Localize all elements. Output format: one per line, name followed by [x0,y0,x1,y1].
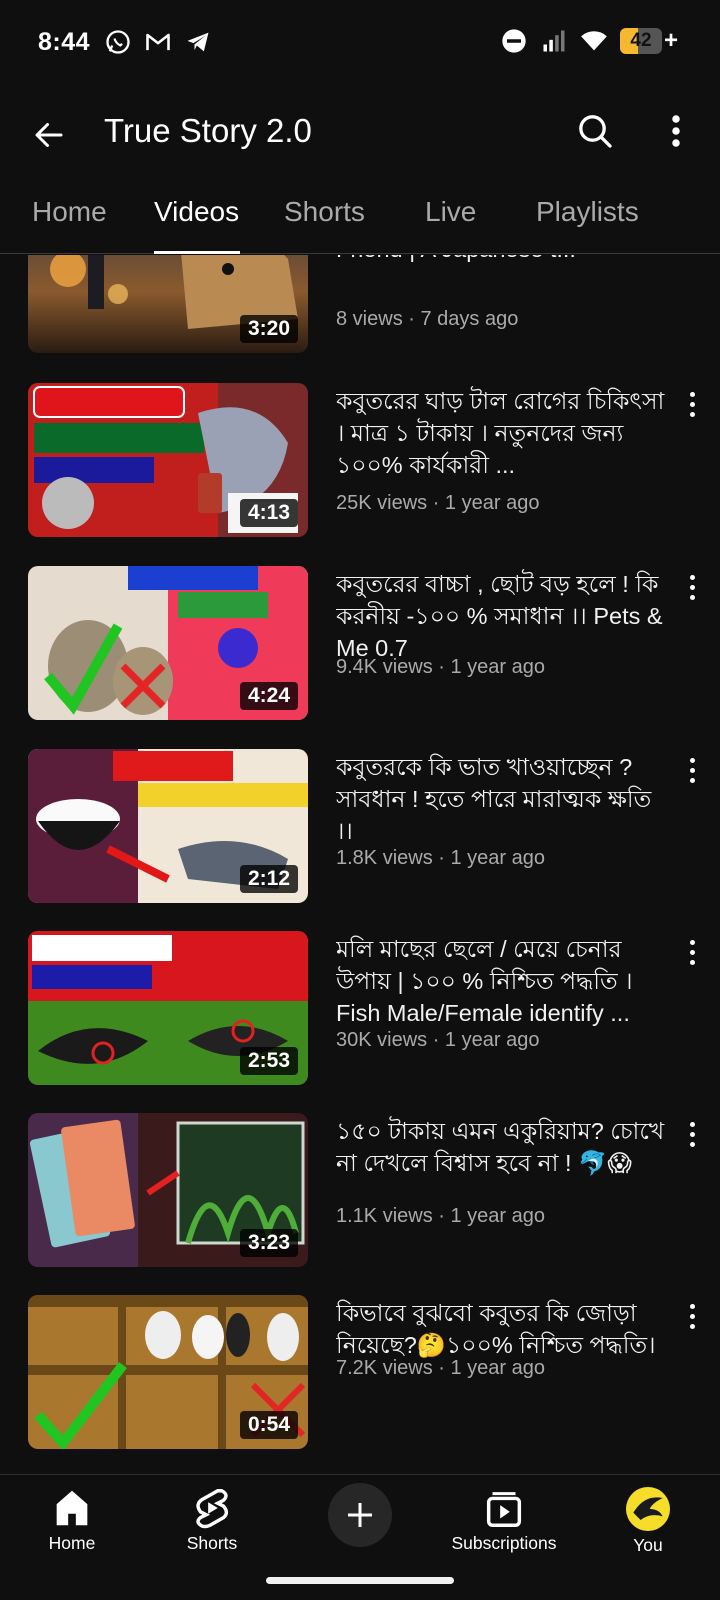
video-meta: 25K views · 1 year ago [336,492,540,514]
video-more-button[interactable] [680,389,704,419]
video-more-button[interactable] [680,572,704,602]
video-thumbnail[interactable]: 2:53 [28,931,308,1085]
video-thumbnail[interactable]: 4:13 [28,383,308,537]
tab-videos[interactable]: Videos [154,196,239,228]
nav-home[interactable]: Home [2,1485,142,1554]
list-item[interactable]: 3:23 ১৫০ টাকায় এমন একুরিয়াম? চোখে না দ… [0,1113,720,1271]
video-more-button[interactable] [680,755,704,785]
video-duration: 2:53 [239,1047,298,1075]
subscriptions-icon [486,1492,522,1527]
battery-icon: 42 + [619,27,678,55]
create-button[interactable] [328,1483,392,1547]
battery-charging-symbol: + [663,27,678,54]
video-meta: 9.4K views · 1 year ago [336,656,545,678]
video-thumbnail[interactable]: 4:24 [28,566,308,720]
video-meta: 1.1K views · 1 year ago [336,1205,545,1227]
video-more-button[interactable] [680,1119,704,1149]
video-title[interactable]: কবুতরের বাচ্চা , ছোট বড় হলে ! কি করনীয়… [336,568,672,664]
battery-level: 42 [630,30,652,51]
more-vert-icon [672,115,680,147]
video-duration: 2:12 [239,865,298,893]
video-thumbnail[interactable]: 2:12 [28,749,308,903]
search-button[interactable] [572,108,618,154]
video-duration: 4:24 [239,682,298,710]
tab-shorts[interactable]: Shorts [284,196,365,228]
whatsapp-icon [106,30,130,54]
tab-live[interactable]: Live [425,196,476,228]
video-more-button[interactable] [680,1301,704,1331]
nav-home-label: Home [48,1533,96,1553]
video-list: 3:20 কিন্তু কেন! Hachiko: The Faithful F… [0,255,720,1473]
home-icon [56,1490,88,1526]
video-title[interactable]: কবুতরকে কি ভাত খাওয়াচ্ছেন ? সাবধান ! হত… [336,751,672,847]
avatar-icon [633,1497,663,1520]
video-duration: 3:23 [239,1229,298,1257]
video-thumbnail[interactable]: 3:20 [28,255,308,353]
video-title[interactable]: কবুতরের ঘাড় টাল রোগের চিকিৎসা । মাত্র ১… [336,385,672,481]
video-duration: 4:13 [239,499,298,527]
shorts-icon [196,1489,229,1529]
app-bar: True Story 2.0 [0,90,720,180]
system-status-icons: 42 + [500,27,678,55]
status-bar: 8:44 42 + [0,0,720,90]
status-time: 8:44 [38,28,91,56]
video-meta: 1.8K views · 1 year ago [336,847,545,869]
list-item[interactable]: 2:12 কবুতরকে কি ভাত খাওয়াচ্ছেন ? সাবধান… [0,749,720,907]
video-title[interactable]: মলি মাছের ছেলে / মেয়ে চেনার উপায় | ১০০… [336,933,672,1029]
channel-title: True Story 2.0 [104,112,312,149]
wifi-icon [581,31,607,51]
do-not-disturb-icon [502,29,526,53]
nav-subscriptions-label: Subscriptions [451,1533,557,1553]
create-plus-icon [348,1503,372,1527]
telegram-icon [187,32,209,52]
video-title[interactable]: কিভাবে বুঝবো কবুতর কি জোড়া নিয়েছে?🤔১০০… [336,1297,672,1361]
video-thumbnail[interactable]: 3:23 [28,1113,308,1267]
nav-shorts-label: Shorts [186,1533,238,1553]
video-more-button[interactable] [680,937,704,967]
list-item[interactable]: 4:13 কবুতরের ঘাড় টাল রোগের চিকিৎসা । মা… [0,383,720,541]
video-duration: 0:54 [239,1411,298,1439]
video-title[interactable]: কিন্তু কেন! Hachiko: The Faithful Friend… [336,255,672,265]
gmail-icon [146,33,170,51]
signal-icon [543,30,565,52]
back-button[interactable] [26,112,72,158]
active-tab-indicator [154,251,240,254]
list-item[interactable]: 3:20 কিন্তু কেন! Hachiko: The Faithful F… [0,255,720,357]
nav-shorts[interactable]: Shorts [142,1485,282,1554]
video-meta: 7.2K views · 1 year ago [336,1357,545,1379]
back-arrow-icon [35,123,63,147]
video-title[interactable]: ১৫০ টাকায় এমন একুরিয়াম? চোখে না দেখলে … [336,1115,672,1179]
channel-tabs: Home Videos Shorts Live Playlists [0,182,720,254]
video-thumbnail[interactable]: 0:54 [28,1295,308,1449]
list-item[interactable]: 2:53 মলি মাছের ছেলে / মেয়ে চেনার উপায় … [0,931,720,1089]
tab-playlists[interactable]: Playlists [536,196,639,228]
video-meta: 8 views · 7 days ago [336,308,519,330]
nav-subscriptions[interactable]: Subscriptions [434,1485,574,1554]
list-item[interactable]: 4:24 কবুতরের বাচ্চা , ছোট বড় হলে ! কি ক… [0,566,720,724]
video-meta: 30K views · 1 year ago [336,1029,540,1051]
nav-you[interactable]: You [578,1485,718,1556]
video-duration: 3:20 [239,315,298,343]
notification-icons [104,28,212,56]
avatar [626,1487,670,1531]
list-item[interactable]: 0:54 কিভাবে বুঝবো কবুতর কি জোড়া নিয়েছে… [0,1295,720,1453]
nav-you-label: You [633,1535,663,1555]
search-icon [579,115,612,148]
more-options-button[interactable] [656,108,696,154]
tab-home[interactable]: Home [32,196,107,228]
gesture-bar [266,1577,454,1584]
